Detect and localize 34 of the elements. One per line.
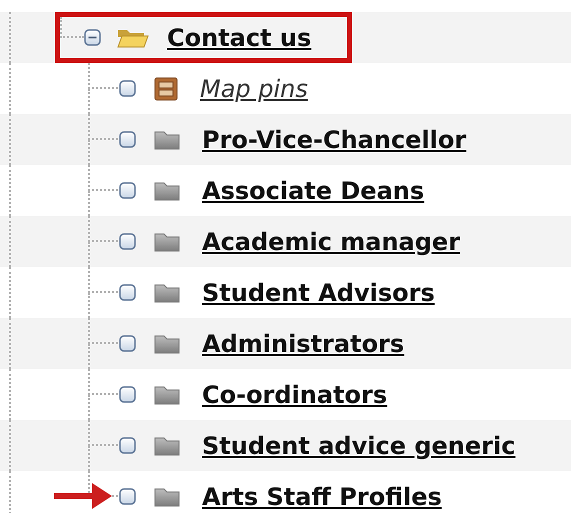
- checkbox[interactable]: [119, 386, 136, 403]
- folder-icon: [154, 384, 180, 404]
- tree-link[interactable]: Map pins: [200, 74, 308, 102]
- checkbox[interactable]: [119, 488, 136, 505]
- checkbox[interactable]: [119, 80, 136, 97]
- cabinet-icon: [154, 76, 178, 100]
- collapse-icon[interactable]: [84, 29, 101, 46]
- folder-icon: [154, 130, 180, 150]
- tree-link[interactable]: Administrators: [202, 330, 404, 358]
- checkbox[interactable]: [119, 182, 136, 199]
- checkbox[interactable]: [119, 233, 136, 250]
- tree-connector: [88, 420, 118, 446]
- tree-connector: [88, 216, 118, 242]
- tree-connector: [88, 165, 118, 190]
- tree-link[interactable]: Arts Staff Profiles: [202, 482, 442, 510]
- checkbox[interactable]: [119, 284, 136, 301]
- tree-connector: [88, 369, 118, 394]
- folder-icon: [154, 282, 180, 302]
- tree-connector: [88, 267, 118, 292]
- checkbox[interactable]: [119, 437, 136, 454]
- tree-connector: [88, 63, 118, 88]
- checkbox[interactable]: [119, 131, 136, 148]
- tree-connector: [88, 318, 118, 344]
- checkbox[interactable]: [119, 335, 136, 352]
- folder-icon: [154, 436, 180, 456]
- tree-link[interactable]: Co-ordinators: [202, 380, 388, 408]
- tree-connector: [88, 114, 118, 140]
- tree-link[interactable]: Associate Deans: [202, 176, 424, 204]
- tree-link[interactable]: Contact us: [167, 24, 312, 52]
- folder-icon: [154, 334, 180, 354]
- folder-icon: [154, 180, 180, 200]
- tree-link[interactable]: Student Advisors: [202, 278, 435, 306]
- folder-icon: [154, 486, 180, 506]
- folder-icon: [154, 232, 180, 252]
